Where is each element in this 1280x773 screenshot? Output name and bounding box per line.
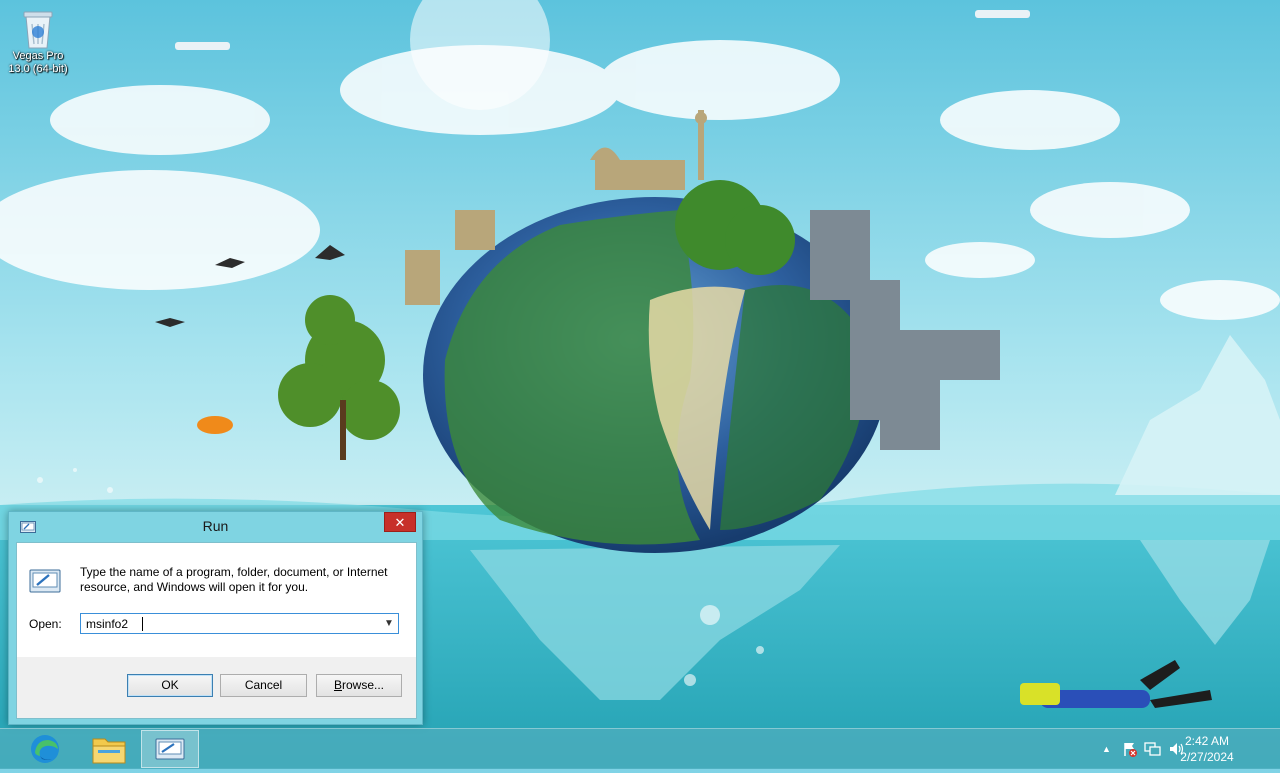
run-icon <box>155 738 185 760</box>
chevron-down-icon[interactable]: ▼ <box>380 614 398 633</box>
file-explorer-icon <box>92 738 126 764</box>
open-input[interactable]: msinfo2 <box>86 617 128 631</box>
cancel-button[interactable]: Cancel <box>220 674 307 697</box>
desktop-icon-label-line2: 13.0 (64-bit) <box>8 63 68 75</box>
desktop-icon-label-line1: Vegas Pro <box>12 50 64 62</box>
ok-button[interactable]: OK <box>127 674 213 697</box>
taskbar-app-edge[interactable] <box>16 730 74 768</box>
system-tray: ▲ 2:42 AM 2/27/2024 <box>1080 729 1280 769</box>
run-dialog: Run ✕ Type the name of a program, folder… <box>8 511 423 725</box>
desktop-icon-label: Vegas Pro 13.0 (64-bit) <box>2 50 74 76</box>
taskbar-app-file-explorer[interactable] <box>80 730 138 768</box>
clock-time: 2:42 AM <box>1184 734 1230 748</box>
taskbar-app-run[interactable] <box>141 730 199 768</box>
show-hidden-icons-button[interactable]: ▲ <box>1102 744 1111 754</box>
close-icon: ✕ <box>394 515 406 530</box>
run-dialog-buttons: OK Cancel Browse... <box>16 657 417 719</box>
browse-button[interactable]: Browse... <box>316 674 402 697</box>
clock[interactable]: 2:42 AM 2/27/2024 <box>1174 733 1240 765</box>
close-button[interactable]: ✕ <box>384 512 416 532</box>
clock-date: 2/27/2024 <box>1180 750 1234 764</box>
desktop-icon-vegas-pro[interactable]: Vegas Pro 13.0 (64-bit) <box>2 6 74 76</box>
edge-icon <box>31 735 59 763</box>
open-label: Open: <box>29 617 62 631</box>
run-description: Type the name of a program, folder, docu… <box>80 565 388 594</box>
run-dialog-body: Type the name of a program, folder, docu… <box>16 542 417 659</box>
open-combobox[interactable]: msinfo2 ▼ <box>80 613 399 634</box>
run-dialog-titlebar[interactable]: Run ✕ <box>9 512 422 540</box>
taskbar: ▲ 2:42 AM 2/27/2024 <box>0 728 1280 769</box>
run-program-icon <box>29 569 61 593</box>
network-icon[interactable] <box>1144 741 1162 760</box>
text-caret <box>142 617 143 631</box>
recycle-bin-icon <box>18 6 58 50</box>
dialog-title: Run <box>202 518 229 534</box>
action-center-flag-icon[interactable] <box>1122 741 1138 760</box>
